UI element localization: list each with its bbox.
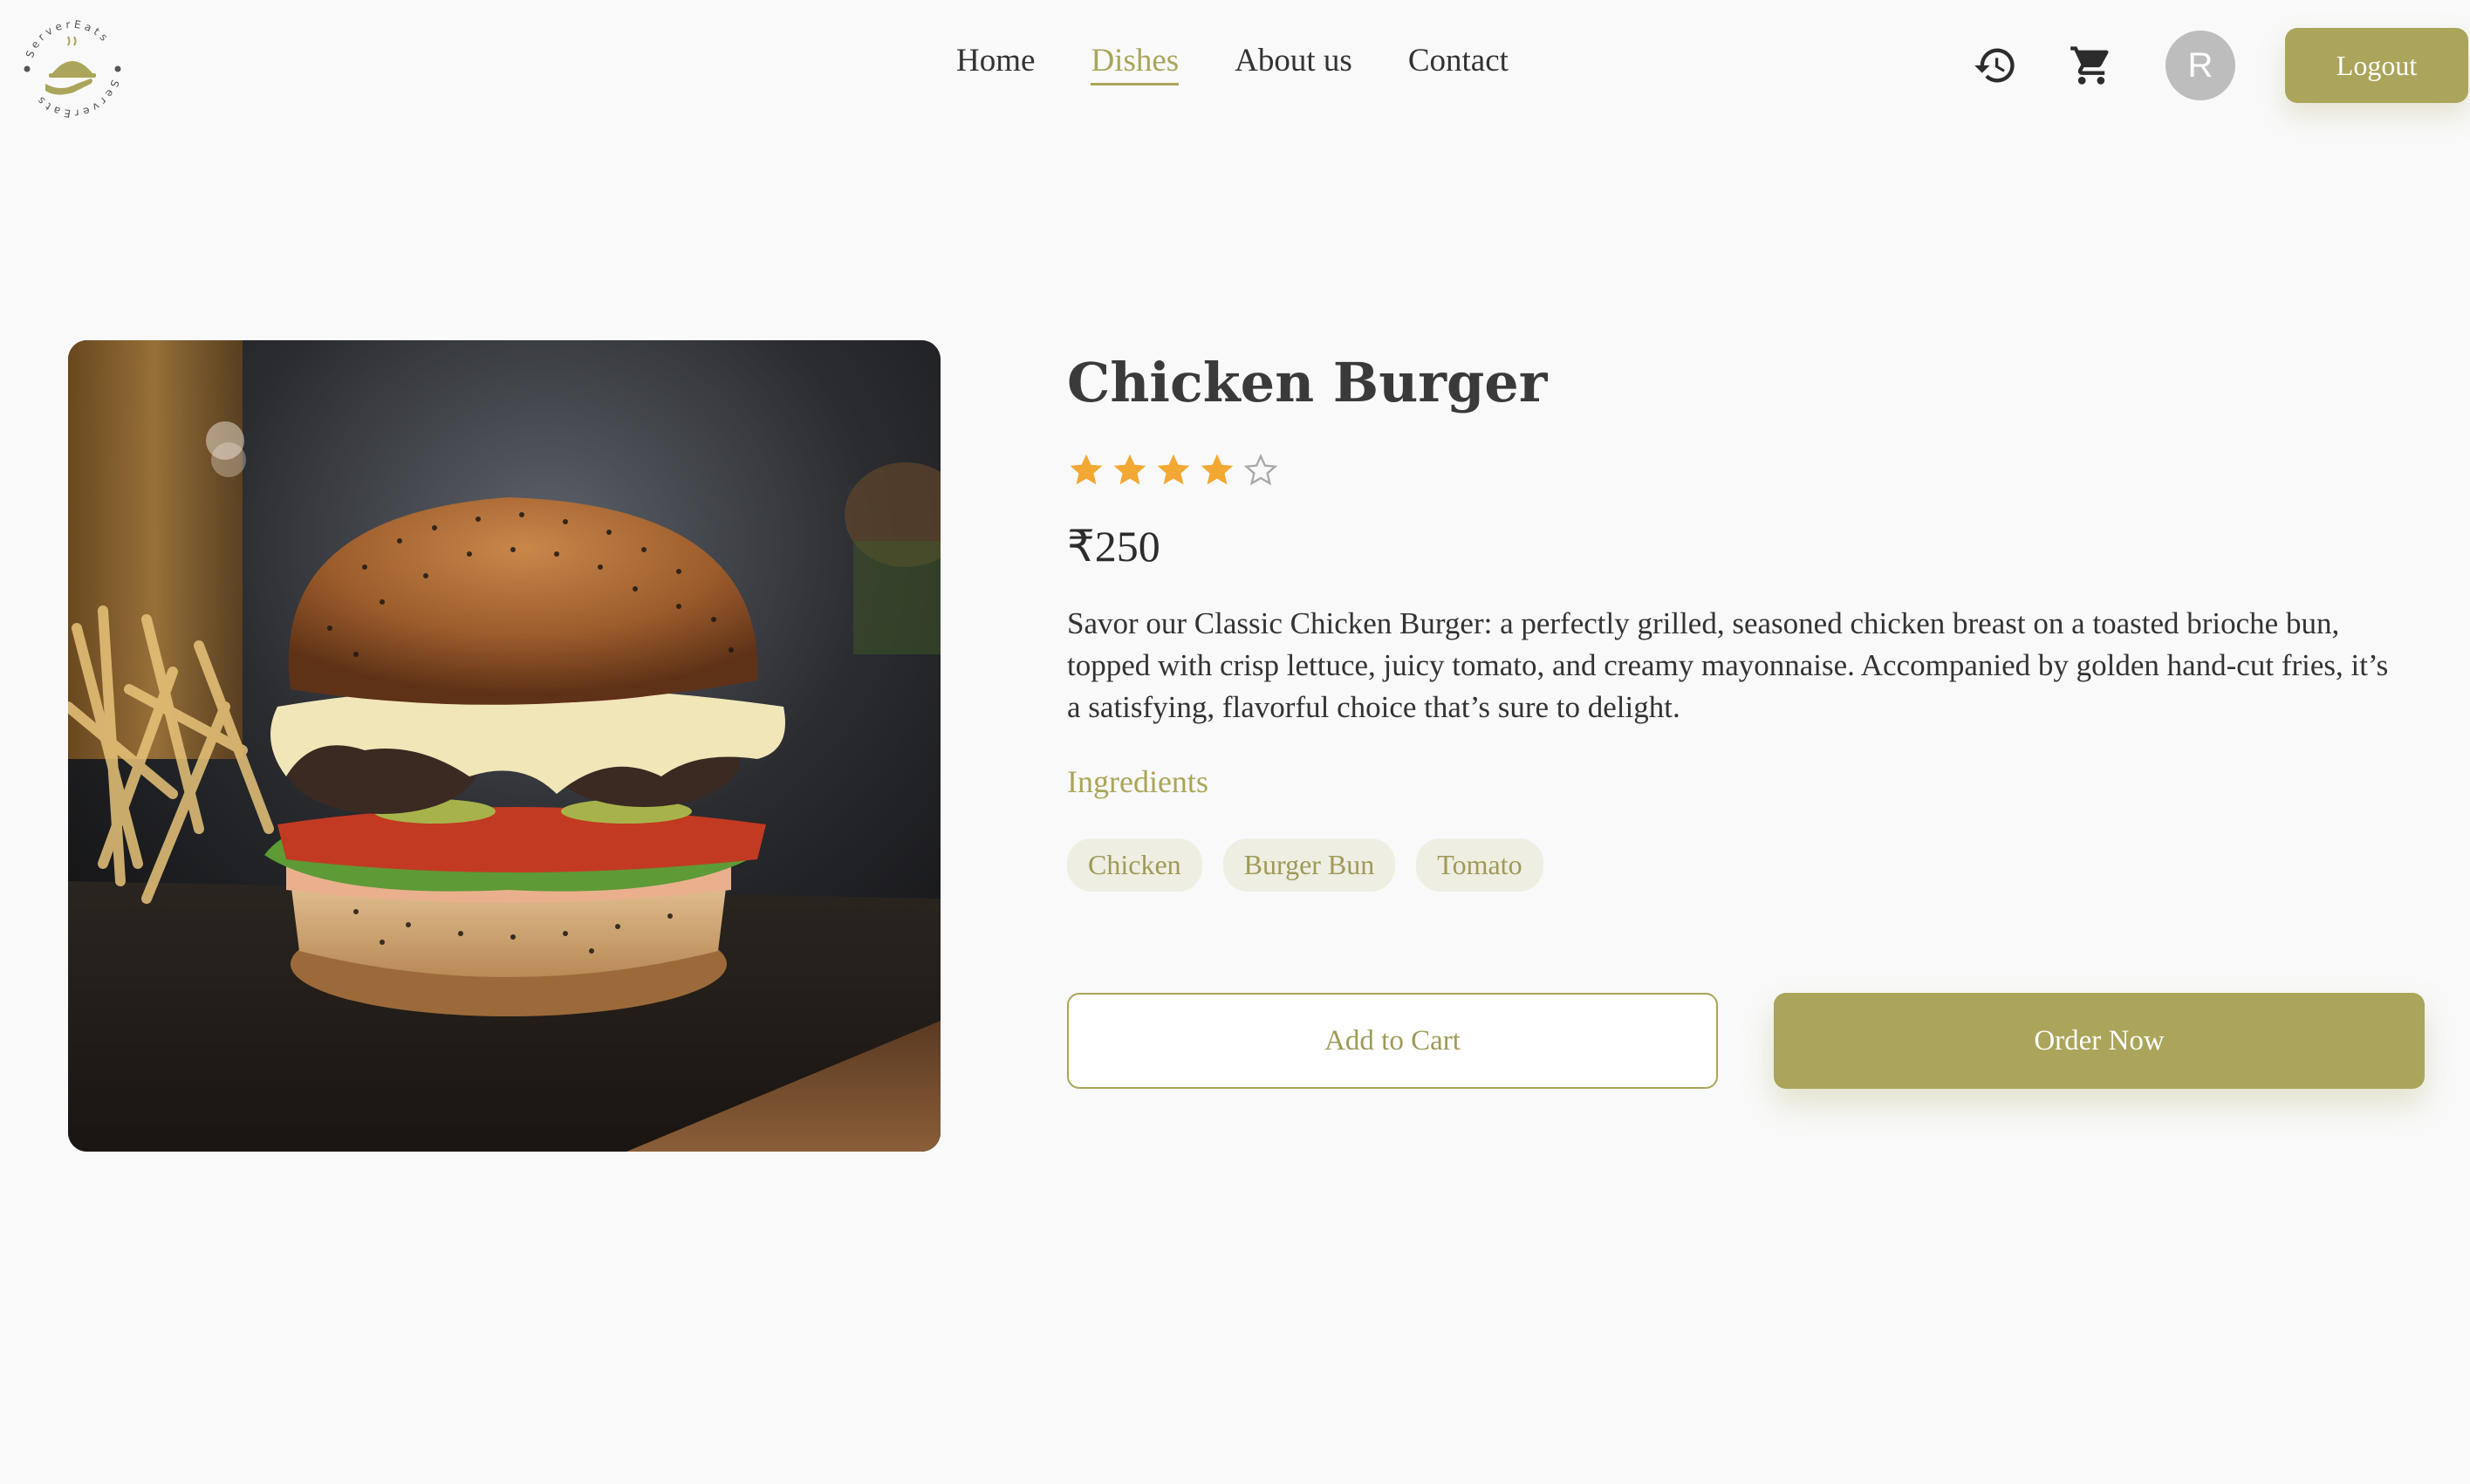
serving-dish-logo[interactable]: ServerEats ServerEats (16, 12, 129, 126)
nav-about-us[interactable]: About us (1235, 42, 1352, 85)
dish-price: ₹250 (1067, 522, 1160, 571)
nav-contact[interactable]: Contact (1408, 42, 1509, 85)
star-filled-icon (1201, 454, 1234, 485)
star-filled-icon (1070, 454, 1103, 485)
logo-ring-text-top: ServerEats (24, 18, 109, 59)
dish-actions: Add to Cart Order Now (1067, 993, 2425, 1089)
history-icon[interactable] (1968, 38, 2022, 92)
star-rating (1067, 451, 2428, 493)
avatar[interactable]: R (2166, 31, 2235, 100)
burger-photo (68, 340, 941, 1152)
dish-title: Chicken Burger (1067, 351, 1548, 414)
dish-description: Savor our Classic Chicken Burger: a perf… (1067, 606, 2389, 724)
main-nav: Home Dishes About us Contact (956, 42, 1509, 85)
star-filled-icon (1157, 454, 1190, 485)
dish-details: Chicken Burger ₹250 Savor our Classic Ch… (1067, 340, 2428, 892)
cart-icon[interactable] (2064, 38, 2118, 92)
nav-dishes[interactable]: Dishes (1091, 42, 1180, 85)
logout-button[interactable]: Logout (2285, 28, 2468, 103)
star-empty-icon (1243, 453, 1278, 486)
nav-home[interactable]: Home (956, 42, 1035, 85)
ingredient-chips: Chicken Burger Bun Tomato (1067, 838, 2428, 892)
ingredients-heading: Ingredients (1067, 764, 1208, 799)
ingredient-chip: Burger Bun (1222, 838, 1396, 892)
ingredient-chip: Chicken (1067, 838, 1202, 892)
add-to-cart-button[interactable]: Add to Cart (1067, 993, 1718, 1089)
order-now-button[interactable]: Order Now (1774, 993, 2425, 1089)
ingredient-chip: Tomato (1416, 838, 1543, 892)
navbar: ServerEats ServerEats Home Dishes About … (0, 0, 2470, 131)
star-filled-icon (1113, 454, 1146, 485)
svg-text:ServerEats: ServerEats (24, 18, 113, 59)
